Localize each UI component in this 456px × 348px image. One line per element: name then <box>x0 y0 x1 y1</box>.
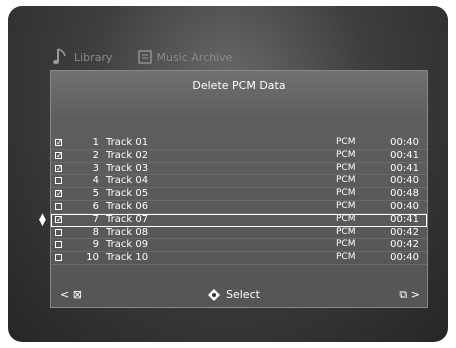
track-number: 8 <box>92 226 99 238</box>
track-duration: 00:40 <box>390 175 419 187</box>
track-number: 5 <box>92 188 99 200</box>
select-hint: Select <box>208 288 260 301</box>
checkbox-checked[interactable]: ✓ <box>55 139 63 147</box>
track-row[interactable]: 8 Track 08 PCM 00:42 <box>51 227 427 240</box>
next-button[interactable]: ⧉ > <box>399 288 420 302</box>
track-format: PCM <box>336 239 356 250</box>
delete-dialog: Delete PCM Data ✓ 1 Track 01 PCM 00:40 ✓ 2 Trac… <box>39 70 428 308</box>
checkbox-unchecked[interactable] <box>55 228 62 236</box>
track-number: 3 <box>92 162 99 174</box>
track-format: PCM <box>336 175 356 186</box>
track-number: 10 <box>86 252 99 264</box>
checkbox-unchecked[interactable] <box>55 241 62 249</box>
track-duration: 00:41 <box>390 162 419 174</box>
track-row[interactable]: 10 Track 10 PCM 00:40 <box>51 252 427 265</box>
checkbox-checked[interactable]: ✓ <box>55 164 63 172</box>
track-row[interactable]: 4 Track 04 PCM 00:40 <box>51 175 427 189</box>
track-row[interactable]: ✓ 1 Track 01 PCM 00:40 <box>51 137 427 150</box>
track-format: PCM <box>336 226 356 237</box>
track-number: 7 <box>92 213 99 225</box>
track-name: Track 03 <box>106 162 149 174</box>
track-row[interactable]: ✓ 2 Track 02 PCM 00:41 <box>51 150 427 163</box>
track-format: PCM <box>336 137 356 147</box>
track-number: 6 <box>92 200 99 212</box>
track-format: PCM <box>336 188 356 199</box>
track-name: Track 09 <box>106 239 149 251</box>
track-name: Track 10 <box>106 252 149 264</box>
track-format: PCM <box>336 149 356 160</box>
archive-icon <box>138 50 153 64</box>
tab-label: Music Archive <box>156 50 233 64</box>
track-name: Track 08 <box>106 226 149 238</box>
select-label: Select <box>226 288 260 301</box>
tab-music-archive[interactable]: Music Archive <box>138 50 232 64</box>
track-row[interactable]: 9 Track 09 PCM 00:42 <box>51 239 427 253</box>
track-duration: 00:40 <box>390 137 419 148</box>
up-down-icon: ▲ ▼ <box>39 211 46 228</box>
checkbox-checked[interactable]: ✓ <box>55 215 63 223</box>
track-number: 1 <box>92 137 99 148</box>
track-duration: 00:42 <box>390 226 419 238</box>
tab-label: Library <box>74 50 113 64</box>
track-name: Track 01 <box>106 137 149 148</box>
track-duration: 00:48 <box>390 188 419 200</box>
dialog-title: Delete PCM Data <box>192 79 286 92</box>
track-row[interactable]: ✓ ▲ ▼ 7 Track 07 PCM 00:41 <box>39 212 427 227</box>
track-duration: 00:41 <box>390 213 419 225</box>
screen: Library Music Archive Delete PCM Data ✓ 1… <box>8 6 448 342</box>
checkbox-unchecked[interactable] <box>55 202 62 210</box>
tabs: Library Music Archive <box>52 44 258 70</box>
track-duration: 00:42 <box>390 239 419 251</box>
track-name: Track 05 <box>106 188 149 200</box>
back-cancel-button[interactable]: < ⊠ <box>60 288 82 301</box>
track-duration: 00:40 <box>390 200 419 212</box>
track-number: 2 <box>92 149 99 161</box>
track-number: 9 <box>92 239 99 251</box>
track-name: Track 06 <box>106 200 149 212</box>
track-row[interactable]: 6 Track 06 PCM 00:40 <box>51 201 427 214</box>
track-list: ✓ 1 Track 01 PCM 00:40 ✓ 2 Track 02 PCM 00:41 ✓ 3 Tr… <box>39 137 427 265</box>
track-name: Track 07 <box>106 213 149 225</box>
music-note-icon <box>53 48 66 65</box>
track-name: Track 04 <box>106 175 149 187</box>
checkbox-unchecked[interactable] <box>55 254 62 262</box>
track-format: PCM <box>336 200 356 211</box>
footer-bar: < ⊠ Select ⧉ > <box>52 286 428 306</box>
tab-library[interactable]: Library <box>52 47 112 67</box>
track-row[interactable]: ✓ 5 Track 05 PCM 00:48 <box>51 188 427 201</box>
track-format: PCM <box>336 213 356 224</box>
checkbox-unchecked[interactable] <box>55 177 62 185</box>
track-format: PCM <box>336 252 356 263</box>
track-row[interactable]: ✓ 3 Track 03 PCM 00:41 <box>51 163 427 176</box>
checkbox-checked[interactable]: ✓ <box>55 190 63 198</box>
dpad-icon <box>208 288 220 301</box>
track-name: Track 02 <box>106 149 149 161</box>
track-number: 4 <box>92 175 99 187</box>
checkbox-checked[interactable]: ✓ <box>55 151 63 159</box>
track-duration: 00:41 <box>390 149 419 161</box>
track-format: PCM <box>336 162 356 173</box>
track-duration: 00:40 <box>390 252 419 264</box>
